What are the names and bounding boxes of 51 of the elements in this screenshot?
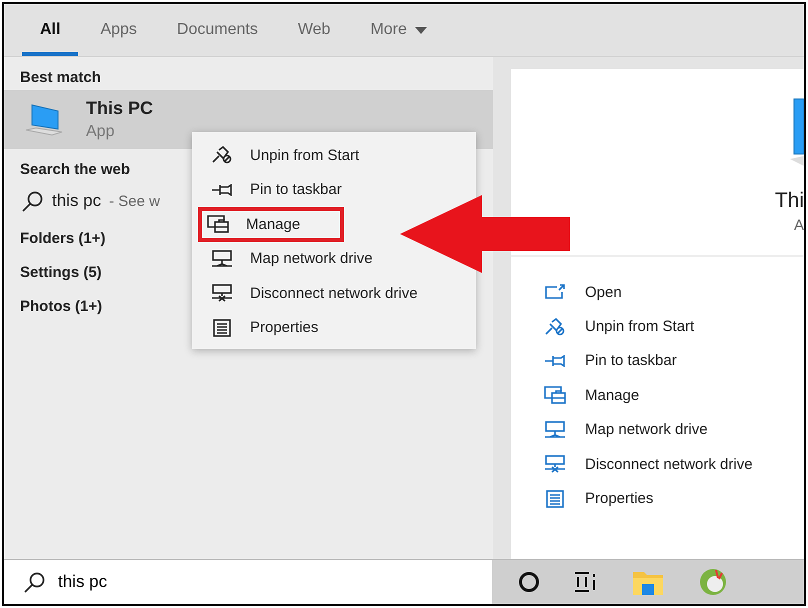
action-item[interactable]: Disconnect network drive <box>543 446 804 482</box>
filter-tab[interactable]: Web <box>280 4 348 56</box>
filter-tab[interactable]: Documents <box>158 4 276 56</box>
preview-subtitle: A <box>794 217 804 234</box>
menu-item[interactable]: Disconnect network drive <box>198 276 426 310</box>
computer-management-icon <box>544 386 566 404</box>
action-item[interactable]: Manage <box>543 378 804 413</box>
computer-management-icon <box>207 215 229 234</box>
menu-item[interactable]: Properties <box>198 310 326 345</box>
unpin-icon <box>545 318 565 336</box>
properties-icon <box>213 318 231 337</box>
section-heading: Best match <box>19 69 102 88</box>
action-label: Disconnect network drive <box>585 456 753 473</box>
unpin-icon <box>212 146 232 164</box>
properties-icon <box>546 490 564 508</box>
menu-item[interactable]: Manage <box>198 207 344 242</box>
web-query[interactable]: this pc <box>52 191 102 211</box>
action-label: Open <box>585 284 622 301</box>
filter-tab[interactable]: Apps <box>82 4 155 56</box>
web-hint: - See w <box>109 192 160 210</box>
action-item[interactable]: Open <box>543 275 804 310</box>
search-icon <box>22 190 44 212</box>
action-label: Pin to taskbar <box>585 352 677 370</box>
app-title: This PC <box>86 98 154 119</box>
menu-item[interactable]: Map network drive <box>198 242 381 276</box>
network-drive-icon <box>211 250 233 268</box>
disconnect-drive-icon <box>544 455 566 474</box>
pin-icon <box>544 354 566 367</box>
section-heading: Search the web <box>19 161 132 180</box>
network-drive-icon <box>544 420 566 439</box>
app-type: App <box>86 123 116 141</box>
pin-icon <box>211 184 233 196</box>
disconnect-drive-icon <box>211 284 233 302</box>
menu-item[interactable]: Pin to taskbar <box>198 172 350 207</box>
action-label: Map network drive <box>585 421 708 438</box>
search-input[interactable]: this pc <box>56 571 360 593</box>
filter-tab[interactable]: More <box>352 4 445 56</box>
action-item[interactable]: Map network drive <box>543 412 804 447</box>
search-icon <box>24 571 46 593</box>
circle-icon[interactable] <box>518 571 540 593</box>
action-item[interactable]: Pin to taskbar <box>543 344 804 378</box>
action-label: Manage <box>585 386 640 404</box>
task-view-icon[interactable] <box>574 571 598 593</box>
search-field[interactable]: this pc <box>4 560 492 604</box>
action-label: Unpin from Start <box>585 318 694 336</box>
app-icon[interactable] <box>698 567 728 597</box>
action-label: Properties <box>585 490 654 508</box>
preview-title: Thi <box>774 189 804 213</box>
open-window-icon <box>545 284 565 300</box>
action-item[interactable]: Properties <box>543 481 804 516</box>
action-item[interactable]: Unpin from Start <box>543 309 804 344</box>
